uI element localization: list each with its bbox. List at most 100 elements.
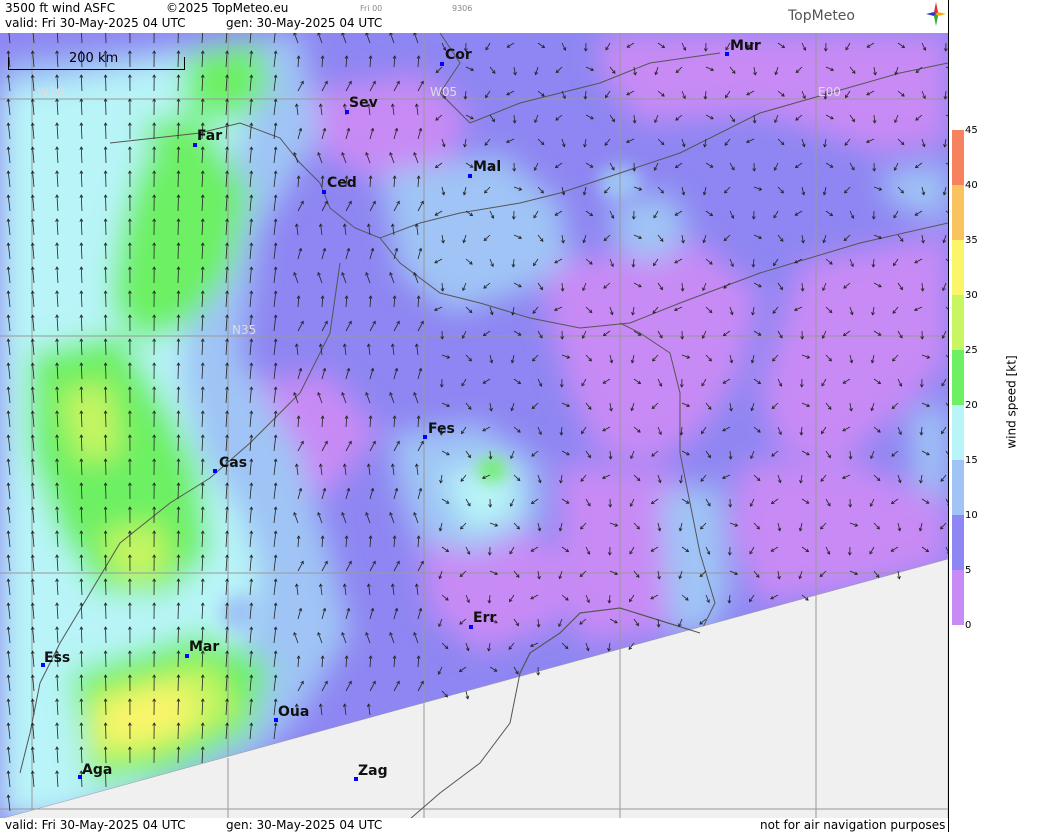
city-label: Far	[197, 128, 223, 144]
wind-arrow	[105, 170, 107, 188]
wind-arrow	[177, 146, 179, 164]
code-label: 9306	[452, 4, 473, 13]
wind-arrow	[105, 33, 107, 44]
wind-arrow	[105, 338, 107, 356]
city-marker	[468, 174, 472, 178]
wind-arrow	[177, 578, 179, 596]
wind-arrow	[105, 722, 107, 740]
wind-arrow	[105, 314, 107, 332]
city-label: Oua	[278, 704, 310, 720]
wind-arrow	[105, 458, 107, 476]
wind-arrow	[105, 410, 107, 428]
legend-band-10-15	[952, 460, 964, 515]
legend-tick: 45	[965, 125, 978, 136]
wind-arrow	[177, 386, 179, 404]
city-marker	[213, 469, 217, 473]
legend-tick: 0	[965, 620, 972, 631]
wind-arrow	[177, 314, 179, 332]
wind-arrow	[105, 506, 107, 524]
city-label: Ced	[327, 175, 357, 191]
city-label: Mal	[473, 159, 502, 175]
wind-arrow	[177, 266, 179, 284]
wind-arrow	[105, 266, 107, 284]
wind-arrow	[177, 362, 179, 380]
legend-band-35-40	[952, 185, 964, 240]
wind-arrow	[177, 626, 179, 644]
wind-arrow	[177, 33, 179, 44]
legend-tick: 15	[965, 455, 978, 466]
wind-arrow	[177, 482, 179, 500]
footer: valid: Fri 30-May-2025 04 UTC gen: 30-Ma…	[0, 818, 948, 832]
valid-time: valid: Fri 30-May-2025 04 UTC	[5, 16, 186, 30]
wind-arrow	[177, 410, 179, 428]
legend-axis-label: wind speed [kt]	[1004, 355, 1019, 449]
wind-arrow	[177, 218, 179, 236]
grid-label-n35: N35	[232, 323, 257, 337]
wind-arrow	[105, 626, 107, 644]
wind-arrow	[177, 458, 179, 476]
wind-arrow	[105, 650, 107, 668]
legend-tick: 35	[965, 235, 978, 246]
copyright: ©2025 TopMeteo.eu	[166, 1, 289, 15]
wind-arrow	[105, 578, 107, 596]
footer-disclaimer: not for air navigation purposes	[760, 818, 946, 832]
wind-arrow	[105, 746, 107, 764]
legend-tick: 10	[965, 510, 978, 521]
wind-arrow	[177, 746, 179, 764]
wind-arrow	[105, 386, 107, 404]
legend-band-25-30	[952, 295, 964, 350]
legend-band-40-45	[952, 130, 964, 185]
wind-arrow	[105, 530, 107, 548]
legend-tick: 30	[965, 290, 978, 301]
wind-arrow	[105, 554, 107, 572]
city-label: Cor	[445, 47, 472, 63]
footer-gen-time: gen: 30-May-2025 04 UTC	[226, 818, 383, 832]
wind-arrow	[105, 290, 107, 308]
city-label: Ess	[44, 650, 71, 666]
wind-map[interactable]: 200 km W10 W05 E00 N35 Cor Mur Sev Far M…	[0, 33, 948, 819]
wind-arrow	[177, 194, 179, 212]
wind-arrow	[105, 362, 107, 380]
grid-label-w05: W05	[430, 85, 458, 99]
run-label: Fri 00	[360, 4, 383, 13]
city-label: Mar	[189, 639, 220, 655]
product-title: 3500 ft wind ASFC	[5, 1, 116, 15]
wind-arrow	[177, 674, 179, 692]
city-marker	[440, 62, 444, 66]
wind-arrow	[177, 650, 179, 668]
city-label: Cas	[219, 455, 248, 471]
legend-band-30-35	[952, 240, 964, 295]
legend-tick: 5	[965, 565, 972, 576]
wind-arrow	[105, 482, 107, 500]
legend-band-5-10	[952, 515, 964, 570]
wind-arrow	[105, 218, 107, 236]
wind-arrow	[177, 290, 179, 308]
wind-arrow	[177, 98, 179, 116]
wind-arrow	[105, 194, 107, 212]
city-label: Mur	[730, 38, 761, 54]
wind-arrow	[177, 506, 179, 524]
wind-arrow	[177, 74, 179, 92]
city-marker	[725, 52, 729, 56]
wind-arrow	[177, 722, 179, 740]
gen-time: gen: 30-May-2025 04 UTC	[226, 16, 383, 30]
wind-arrow	[105, 674, 107, 692]
wind-arrow	[105, 434, 107, 452]
wind-arrow	[105, 242, 107, 260]
wind-arrow	[105, 98, 107, 116]
wind-arrow	[177, 434, 179, 452]
legend-color-bar	[952, 130, 964, 625]
wind-arrow	[177, 698, 179, 716]
wind-arrow	[177, 530, 179, 548]
city-marker	[423, 435, 427, 439]
legend-band-20-25	[952, 350, 964, 405]
legend-tick: 20	[965, 400, 978, 411]
compass-logo-icon	[926, 2, 946, 26]
city-label: Err	[473, 610, 497, 626]
wind-arrow	[105, 74, 107, 92]
header: 3500 ft wind ASFC ©2025 TopMeteo.eu Fri …	[0, 0, 948, 33]
scale-label: 200 km	[69, 51, 119, 66]
grid-label-e00: E00	[818, 85, 841, 99]
wind-arrow	[105, 602, 107, 620]
wind-arrow	[105, 122, 107, 140]
